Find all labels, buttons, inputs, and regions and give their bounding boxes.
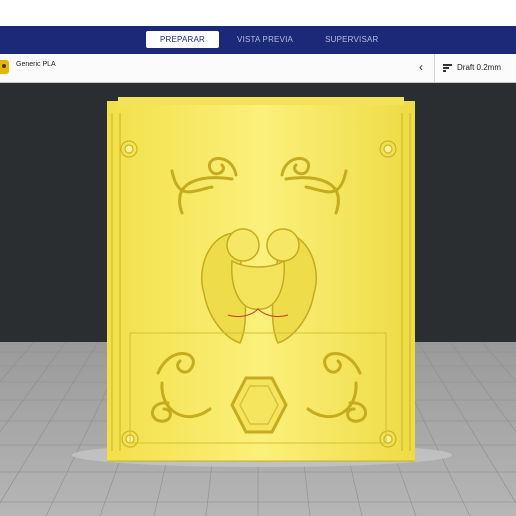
top-header-bar: PREPARAR VISTA PREVIA SUPERVISAR	[0, 26, 516, 54]
print-setup-toolbar: Generic PLA ‹ Draft 0.2mm	[0, 54, 516, 83]
tab-preparar[interactable]: PREPARAR	[146, 31, 220, 48]
stage-tabs: PREPARAR VISTA PREVIA SUPERVISAR	[146, 31, 395, 48]
chevron-left-icon[interactable]: ‹	[419, 60, 423, 74]
tab-supervisar[interactable]: SUPERVISAR	[309, 31, 394, 48]
3d-viewport[interactable]	[0, 83, 516, 516]
sliders-icon	[443, 63, 452, 72]
tab-vista-previa[interactable]: VISTA PREVIA	[221, 31, 309, 48]
pandora-box-model[interactable]	[0, 83, 516, 516]
profile-label: Draft 0.2mm	[457, 63, 502, 72]
material-label[interactable]: Generic PLA	[16, 61, 56, 68]
material-badge-icon[interactable]	[0, 60, 9, 74]
print-profile-selector[interactable]: Draft 0.2mm	[443, 63, 501, 72]
toolbar-divider	[434, 54, 435, 82]
box-lid	[118, 97, 404, 105]
